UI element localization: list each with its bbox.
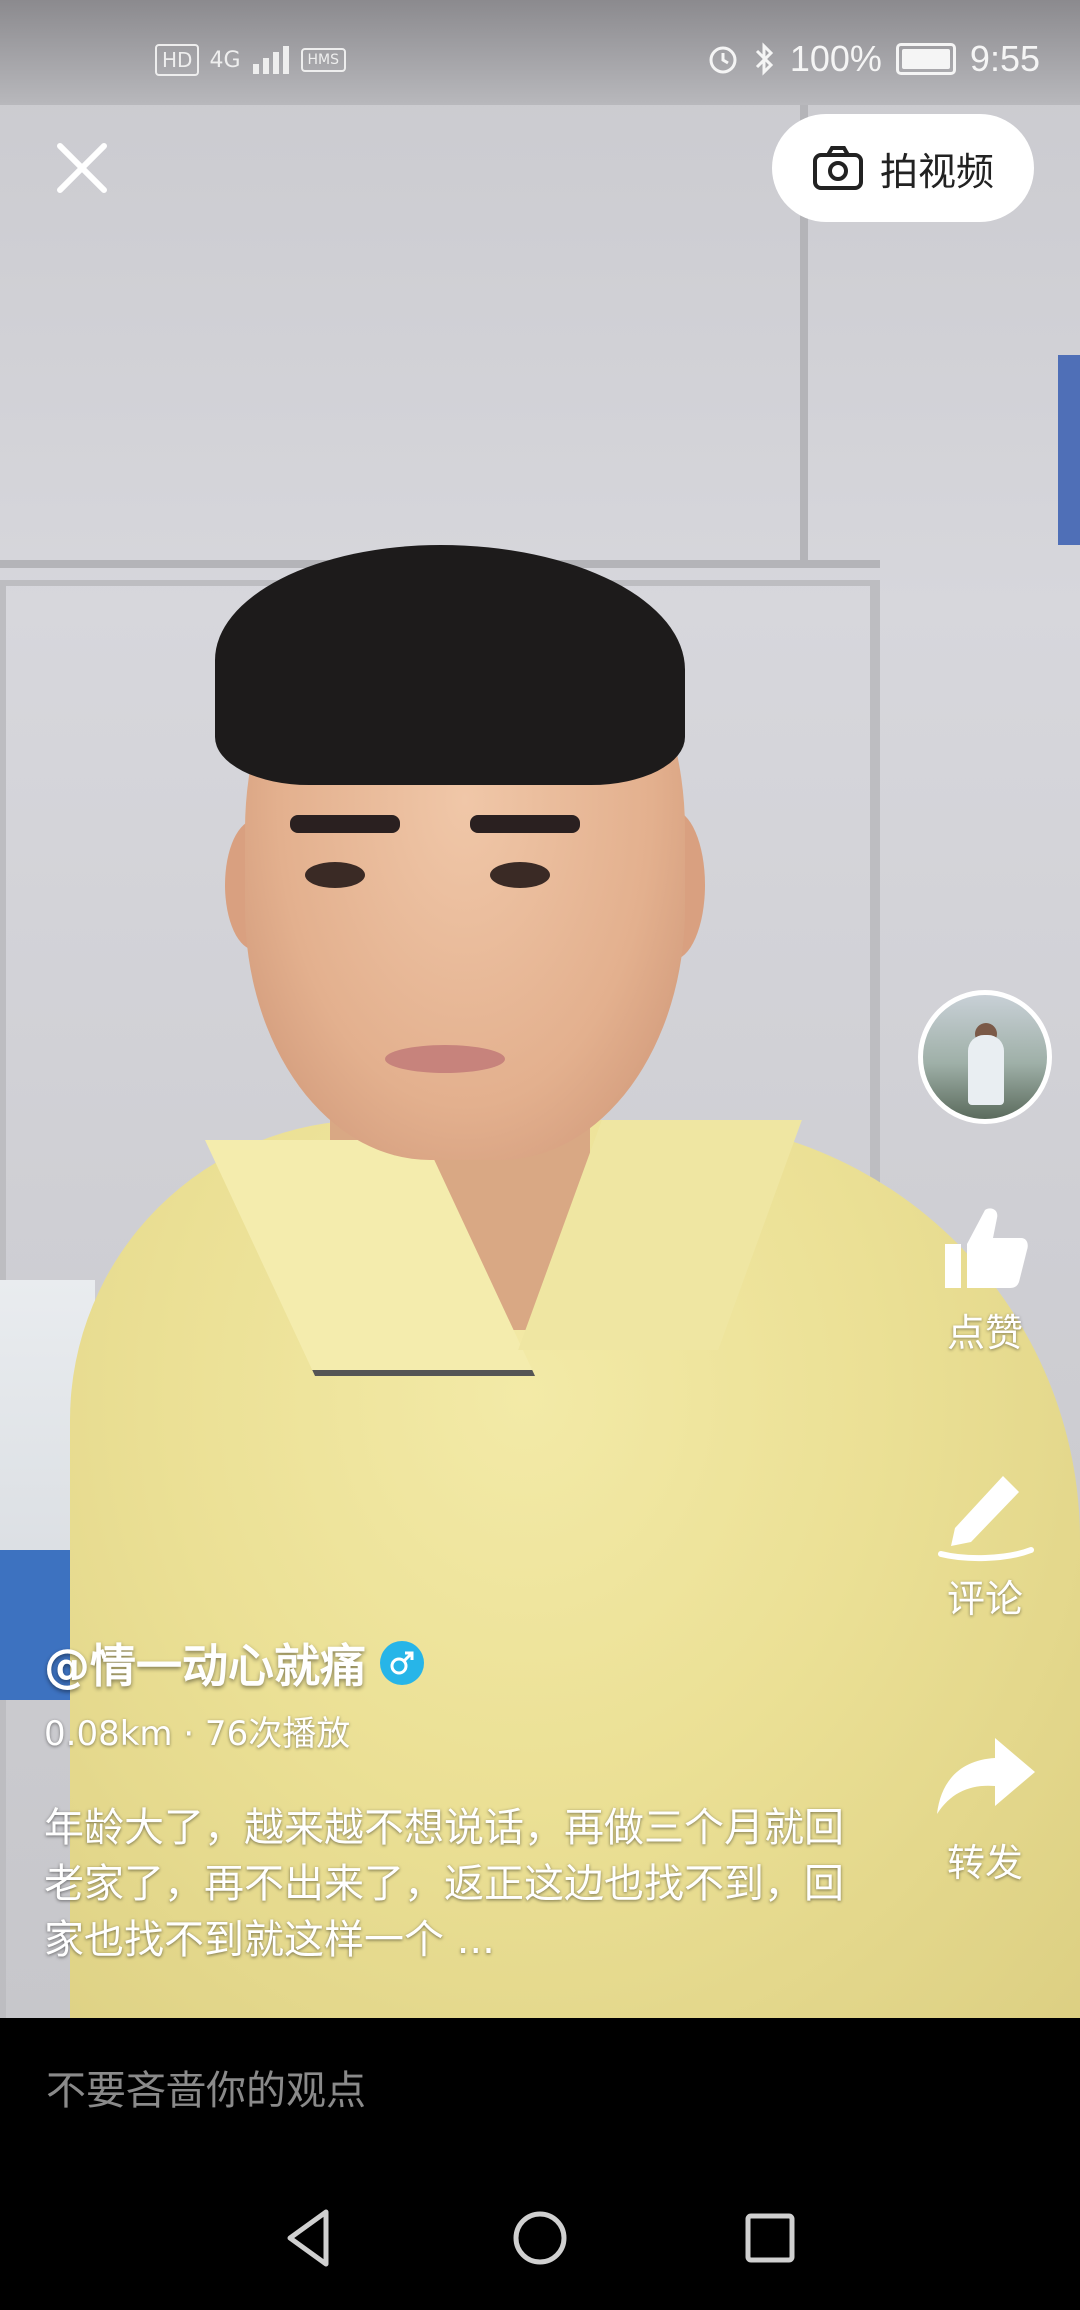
comment-button[interactable]: 评论 bbox=[930, 1462, 1040, 1623]
eye-left bbox=[305, 862, 365, 888]
post-meta: 0.08km · 76次播放 bbox=[44, 1714, 351, 1754]
close-icon[interactable] bbox=[52, 138, 112, 198]
like-label: 点赞 bbox=[946, 1311, 1023, 1355]
shoot-video-label: 拍视频 bbox=[879, 149, 994, 194]
thumbs-up-icon bbox=[945, 1208, 1028, 1288]
share-label: 转发 bbox=[946, 1841, 1023, 1885]
recents-icon[interactable] bbox=[730, 2198, 810, 2278]
comment-label: 评论 bbox=[946, 1577, 1023, 1621]
comment-input-placeholder[interactable]: 不要吝啬你的观点 bbox=[46, 2058, 366, 2116]
brow-right bbox=[470, 815, 580, 833]
status-left: HD 4G HMS bbox=[155, 44, 346, 76]
male-gender-icon bbox=[380, 1641, 424, 1685]
network-indicator: 4G bbox=[209, 47, 241, 73]
signal-icon bbox=[252, 46, 289, 74]
avatar-figure bbox=[968, 1035, 1004, 1105]
hms-indicator: HMS bbox=[300, 48, 346, 72]
share-button[interactable]: 转发 bbox=[930, 1730, 1040, 1887]
share-arrow-icon bbox=[937, 1738, 1035, 1814]
author-avatar[interactable] bbox=[918, 990, 1052, 1124]
battery-percent: 100% bbox=[789, 38, 882, 79]
camera-icon bbox=[812, 146, 863, 190]
eye-right bbox=[490, 862, 550, 888]
shoot-video-button[interactable]: 拍视频 bbox=[772, 114, 1034, 222]
clock: 9:55 bbox=[969, 38, 1040, 79]
status-right: 100% 9:55 bbox=[706, 38, 1040, 80]
pen-icon bbox=[938, 1476, 1034, 1562]
navigation-bar bbox=[0, 2158, 1080, 2310]
author-name[interactable]: @情一动心就痛 bbox=[44, 1630, 424, 1696]
hair bbox=[215, 545, 685, 785]
bluetooth-icon bbox=[755, 42, 773, 76]
mouth bbox=[385, 1045, 505, 1073]
username-text: @情一动心就痛 bbox=[44, 1639, 366, 1693]
comment-bar[interactable]: 不要吝啬你的观点 bbox=[0, 2018, 1080, 2158]
hd-indicator: HD bbox=[155, 44, 200, 76]
status-bar: HD 4G HMS 100% 9:55 bbox=[0, 0, 1080, 120]
home-icon[interactable] bbox=[500, 2198, 580, 2278]
brow-left bbox=[290, 815, 400, 833]
battery-icon bbox=[895, 43, 956, 75]
alarm-icon bbox=[709, 46, 737, 74]
back-icon[interactable] bbox=[270, 2198, 350, 2278]
like-button[interactable]: 点赞 bbox=[930, 1200, 1040, 1357]
post-description[interactable]: 年龄大了，越来越不想说话，再做三个月就回老家了，再不出来了，返正这边也找不到，回… bbox=[44, 1800, 864, 1968]
video-screen: HD 4G HMS 100% 9:55 拍视频 点赞 评论 转发 @情一动心就痛… bbox=[0, 0, 1080, 2310]
